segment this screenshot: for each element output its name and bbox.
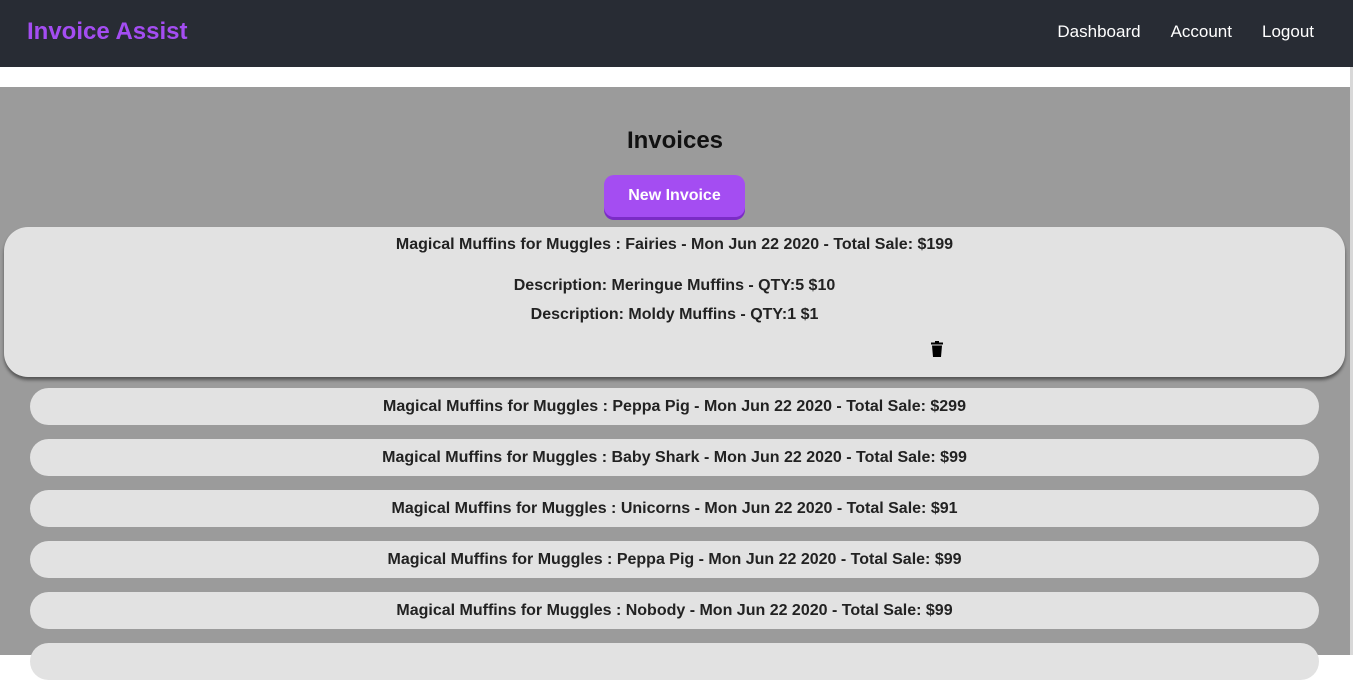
invoice-row[interactable]: Magical Muffins for Muggles : Peppa Pig … bbox=[30, 388, 1319, 425]
invoice-row-partial[interactable] bbox=[30, 643, 1319, 680]
invoice-row[interactable]: Magical Muffins for Muggles : Baby Shark… bbox=[30, 439, 1319, 476]
page-title: Invoices bbox=[626, 127, 724, 154]
invoice-title: Magical Muffins for Muggles : Fairies - … bbox=[395, 236, 954, 253]
trash-icon[interactable] bbox=[930, 341, 944, 357]
new-invoice-button[interactable]: New Invoice bbox=[604, 175, 745, 217]
invoice-line-item: Description: Moldy Muffins - QTY:1 $1 bbox=[530, 306, 819, 323]
invoice-card-expanded[interactable]: Magical Muffins for Muggles : Fairies - … bbox=[4, 227, 1345, 377]
main-content: Invoices New Invoice Magical Muffins for… bbox=[0, 87, 1350, 680]
navbar: Invoice Assist Dashboard Account Logout bbox=[0, 0, 1353, 67]
nav-link-dashboard[interactable]: Dashboard bbox=[1057, 22, 1140, 42]
nav-link-logout[interactable]: Logout bbox=[1262, 22, 1314, 42]
invoice-row[interactable]: Magical Muffins for Muggles : Unicorns -… bbox=[30, 490, 1319, 527]
nav-link-account[interactable]: Account bbox=[1171, 22, 1232, 42]
nav-links: Dashboard Account Logout bbox=[1057, 22, 1314, 42]
invoice-row[interactable]: Magical Muffins for Muggles : Nobody - M… bbox=[30, 592, 1319, 629]
invoice-line-item: Description: Meringue Muffins - QTY:5 $1… bbox=[513, 277, 836, 294]
invoice-row[interactable]: Magical Muffins for Muggles : Peppa Pig … bbox=[30, 541, 1319, 578]
brand-logo[interactable]: Invoice Assist bbox=[27, 18, 188, 46]
